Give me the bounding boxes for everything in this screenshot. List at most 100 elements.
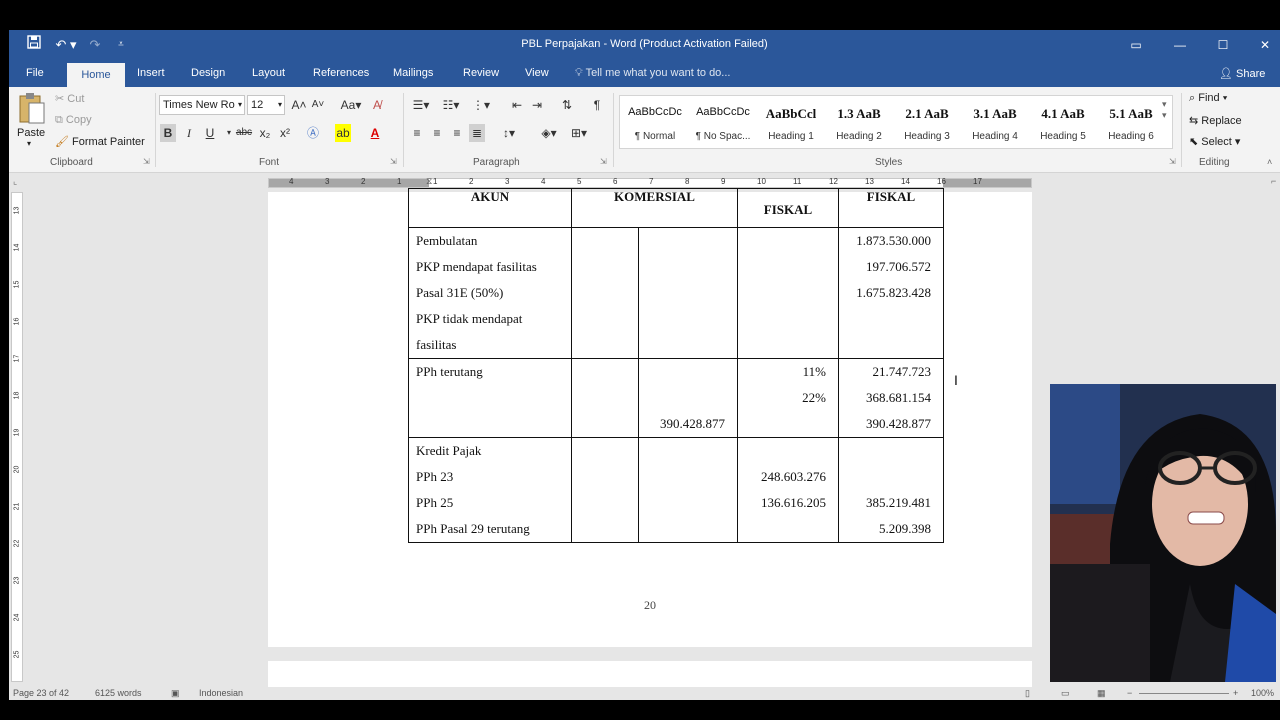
paste-button[interactable]: Paste ▾ — [15, 91, 49, 151]
dialog-launcher-icon[interactable]: ⇲ — [143, 157, 150, 166]
style-heading-3[interactable]: 2.1 AaB Heading 3 — [894, 96, 960, 148]
align-left-icon[interactable]: ≡ — [409, 124, 425, 142]
show-formatting-icon[interactable]: ¶ — [589, 96, 605, 114]
change-case-icon[interactable]: Aa▾ — [337, 96, 365, 114]
tab-review[interactable]: Review — [463, 67, 499, 79]
vertical-ruler[interactable]: 13 14 15 16 17 18 19 20 21 22 23 24 25 — [11, 192, 23, 682]
collapse-ribbon-icon[interactable]: ˄ — [1267, 157, 1272, 167]
bullets-icon[interactable]: ☰▾ — [409, 96, 433, 114]
proofing-icon[interactable]: ▣ — [171, 688, 180, 699]
tab-references[interactable]: References — [313, 67, 369, 79]
dialog-launcher-icon[interactable]: ⇲ — [390, 157, 397, 166]
format-painter-button[interactable]: 🖌︎ Format Painter — [55, 135, 145, 148]
styles-more-icon[interactable]: ▾ ▾ — [1162, 99, 1167, 121]
multilevel-list-icon[interactable]: ⋮▾ — [469, 96, 493, 114]
underline-button[interactable]: U — [202, 124, 218, 142]
zoom-out-icon[interactable]: − — [1127, 688, 1132, 698]
tab-home[interactable]: Home — [67, 63, 125, 87]
language[interactable]: Indonesian — [199, 688, 243, 698]
tab-layout[interactable]: Layout — [252, 67, 285, 79]
row3-komersial-a — [571, 437, 639, 543]
read-mode-icon[interactable]: ▯ — [1025, 688, 1030, 699]
minimize-button[interactable]: — — [1169, 35, 1191, 55]
tab-insert[interactable]: Insert — [137, 67, 165, 79]
font-size-select[interactable]: 12 ▾ — [247, 95, 285, 115]
grow-font-icon[interactable]: A˄ — [291, 96, 307, 114]
tab-file[interactable]: File — [26, 67, 44, 79]
zoom-slider[interactable] — [1139, 693, 1229, 694]
select-button[interactable]: ⬉ Select ▾ — [1189, 135, 1240, 148]
ruler-number: 20 — [13, 465, 21, 474]
ruler-number: 13 — [865, 177, 874, 186]
ruler-number: 25 — [13, 650, 21, 659]
font-color-icon[interactable]: A — [367, 124, 383, 142]
align-center-icon[interactable]: ≡ — [429, 124, 445, 142]
shrink-font-icon[interactable]: A˅ — [310, 96, 326, 114]
style-heading-1[interactable]: AaBbCcl Heading 1 — [758, 96, 824, 148]
ruler-number: 1 — [397, 177, 402, 186]
zoom-level[interactable]: 100% — [1251, 688, 1274, 698]
paste-icon — [19, 93, 45, 124]
close-button[interactable]: ✕ — [1254, 35, 1276, 55]
ruler-number: 9 — [721, 177, 726, 186]
font-size-value: 12 — [251, 99, 264, 111]
search-icon: ⌕ — [1189, 92, 1196, 104]
bold-button[interactable]: B — [160, 124, 176, 142]
ruler-number: 23 — [13, 576, 21, 585]
clear-formatting-icon[interactable]: A̸ — [369, 96, 385, 114]
copy-button[interactable]: ⧉ Copy — [55, 114, 92, 127]
horizontal-ruler[interactable]: ⧖ 4 3 2 1 1 2 3 4 5 6 7 8 9 10 11 12 13 14 16 17 — [268, 176, 1032, 188]
italic-button[interactable]: I — [181, 124, 197, 142]
sort-icon[interactable]: ⇅ — [559, 96, 575, 114]
text-effects-icon[interactable]: Ⓐ — [305, 124, 321, 142]
tab-view[interactable]: View — [525, 67, 549, 79]
style-heading-5[interactable]: 4.1 AaB Heading 5 — [1030, 96, 1096, 148]
align-right-icon[interactable]: ≡ — [449, 124, 465, 142]
strikethrough-button[interactable]: abc — [233, 124, 255, 142]
highlighter-icon[interactable]: ab — [335, 124, 351, 142]
ruler-number: 14 — [13, 243, 21, 252]
page-count[interactable]: Page 23 of 42 — [13, 688, 69, 698]
tab-selector-icon[interactable]: ⌞ — [13, 176, 17, 187]
print-layout-icon[interactable]: ▭ — [1061, 688, 1070, 699]
dialog-launcher-icon[interactable]: ⇲ — [600, 157, 607, 166]
share-label: Share — [1236, 68, 1266, 80]
borders-icon[interactable]: ⊞▾ — [567, 124, 591, 142]
ruler-number: 3 — [325, 177, 330, 186]
style-heading-2[interactable]: 1.3 AaB Heading 2 — [826, 96, 892, 148]
zoom-in-icon[interactable]: + — [1233, 688, 1238, 698]
tab-mailings[interactable]: Mailings — [393, 67, 433, 79]
superscript-button[interactable]: x² — [277, 124, 293, 142]
numbering-icon[interactable]: ☷▾ — [439, 96, 463, 114]
view-ruler-icon[interactable]: ⌐ — [1271, 176, 1276, 186]
style-no-spacing[interactable]: AaBbCcDc ¶ No Spac... — [690, 96, 756, 148]
tab-design[interactable]: Design — [191, 67, 225, 79]
decrease-indent-icon[interactable]: ⇤ — [509, 96, 525, 114]
row3-akun: Kredit Pajak PPh 23 PPh 25 PPh Pasal 29 ter… — [408, 437, 572, 543]
increase-indent-icon[interactable]: ⇥ — [529, 96, 545, 114]
replace-icon: ⇆ — [1189, 115, 1199, 127]
font-family-select[interactable]: Times New Ro ▾ — [159, 95, 245, 115]
subscript-button[interactable]: x₂ — [257, 124, 273, 142]
dialog-launcher-icon[interactable]: ⇲ — [1169, 157, 1176, 166]
paintbrush-icon: 🖌︎ — [55, 136, 69, 148]
share-button[interactable]: 👤︎ Share — [1219, 67, 1265, 80]
indent-marker-icon[interactable]: ⧖ — [426, 176, 432, 187]
ruler-number: 21 — [13, 502, 21, 511]
word-count[interactable]: 6125 words — [95, 688, 142, 698]
style-heading-6[interactable]: 5.1 AaB Heading 6 — [1098, 96, 1164, 148]
justify-icon[interactable]: ≣ — [469, 124, 485, 142]
replace-button[interactable]: ⇆ Replace — [1189, 114, 1242, 127]
cut-button[interactable]: ✂ Cut — [55, 92, 84, 105]
style-normal[interactable]: AaBbCcDc ¶ Normal — [622, 96, 688, 148]
shading-icon[interactable]: ◈▾ — [537, 124, 561, 142]
ribbon-display-options-icon[interactable]: ▭ — [1125, 35, 1147, 55]
find-button[interactable]: ⌕ Find ▾ — [1189, 92, 1227, 105]
ruler-number: 2 — [469, 177, 474, 186]
web-layout-icon[interactable]: ▦ — [1097, 688, 1106, 699]
tell-me-search[interactable]: 💡︎ Tell me what you want to do... — [575, 67, 730, 80]
document-page[interactable]: AKUN KOMERSIAL FISKAL FISKAL Pembulatan P… — [268, 188, 1032, 647]
maximize-button[interactable]: ☐ — [1212, 35, 1234, 55]
style-heading-4[interactable]: 3.1 AaB Heading 4 — [962, 96, 1028, 148]
line-spacing-icon[interactable]: ↕▾ — [497, 124, 521, 142]
